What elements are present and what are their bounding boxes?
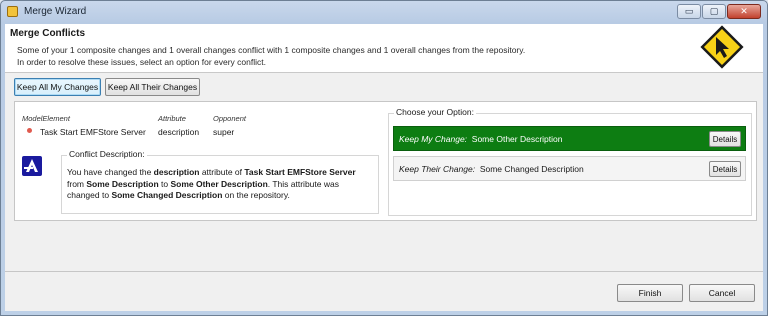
- model-element-bullet-icon: [27, 128, 32, 133]
- column-header-opponent: Opponent: [213, 114, 246, 123]
- keep-all-my-changes-button[interactable]: Keep All My Changes: [14, 78, 101, 96]
- wizard-content: Keep All My Changes Keep All Their Chang…: [5, 73, 763, 311]
- conflict-description-legend: Conflict Description:: [67, 149, 147, 159]
- header-description-line-2: In order to resolve these issues, select…: [17, 57, 266, 67]
- column-header-attribute: Attribute: [158, 114, 186, 123]
- close-button[interactable]: ✕: [727, 4, 761, 19]
- column-header-model-element: ModelElement: [22, 114, 70, 123]
- merge-wizard-window: Merge Wizard ▭ ▢ ✕ Merge Conflicts Some …: [0, 0, 768, 316]
- opponent-value: super: [213, 127, 235, 137]
- option-keep-their-change[interactable]: Keep Their Change: Some Changed Descript…: [393, 156, 746, 181]
- model-element-value: Task Start EMFStore Server: [40, 127, 146, 137]
- option-keep-my-change[interactable]: Keep My Change: Some Other Description D…: [393, 126, 746, 151]
- details-button-their-change[interactable]: Details: [709, 161, 741, 177]
- attribute-value: description: [158, 127, 200, 137]
- finish-button[interactable]: Finish: [617, 284, 683, 302]
- conflict-description-text: You have changed the description attribu…: [67, 167, 356, 200]
- app-icon: [7, 6, 18, 17]
- window-title: Merge Wizard: [24, 6, 87, 17]
- footer-separator: [5, 271, 763, 272]
- option-keep-my-change-text: Keep My Change: Some Other Description: [399, 134, 563, 144]
- wizard-cursor-sign-icon: [700, 25, 744, 69]
- title-bar[interactable]: Merge Wizard ▭ ▢ ✕: [1, 1, 767, 23]
- options-legend: Choose your Option:: [394, 107, 476, 117]
- details-button-my-change[interactable]: Details: [709, 131, 741, 147]
- wizard-header: Merge Conflicts Some of your 1 composite…: [5, 24, 763, 73]
- window-controls: ▭ ▢ ✕: [677, 4, 761, 19]
- conflict-panel: ModelElement Attribute Opponent Task Sta…: [14, 101, 757, 221]
- header-description-line-1: Some of your 1 composite changes and 1 o…: [17, 45, 526, 55]
- cancel-button[interactable]: Cancel: [689, 284, 755, 302]
- option-keep-their-change-text: Keep Their Change: Some Changed Descript…: [399, 164, 584, 174]
- minimize-button[interactable]: ▭: [677, 4, 701, 19]
- maximize-button[interactable]: ▢: [702, 4, 726, 19]
- emfstore-logo-icon: [22, 156, 42, 176]
- keep-all-their-changes-button[interactable]: Keep All Their Changes: [105, 78, 200, 96]
- page-title: Merge Conflicts: [10, 28, 86, 39]
